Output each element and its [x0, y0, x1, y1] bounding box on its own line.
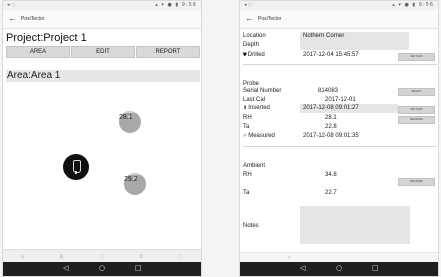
drilled-value: 2017-12-04 15:45:57 [303, 52, 359, 58]
ambient-ta-value: 22.7 [325, 190, 337, 196]
notes-label: Notes [243, 223, 259, 229]
depth-field[interactable] [300, 41, 409, 50]
reading-marker-1[interactable]: 28.1 READING ✓ [119, 111, 141, 133]
last-cal-label: Last Cal [243, 97, 266, 103]
drilled-set-now-button[interactable]: SET NOW [398, 53, 435, 61]
drilled-row: ⛊Drilled [243, 52, 265, 59]
nav-recent-icon[interactable]: □ [372, 264, 379, 272]
tablet-area-view: ◂ ◌ ▴ ▾ ● ▮ 9:56 ← PosiTector Project:Pr… [2, 0, 202, 277]
rh-measure-button[interactable]: MEASURE [398, 116, 435, 124]
status-left: ◂ ◌ [7, 2, 16, 8]
ambient-rh-value: 34.8 [325, 172, 337, 178]
status-bar: ◂ ◌ ▴ ▾ ● ▮ 9:56 [240, 1, 438, 10]
status-bar: ◂ ◌ ▴ ▾ ● ▮ 9:56 [3, 1, 201, 10]
tab-bar: AREA EDIT REPORT [6, 46, 200, 58]
nav-back-icon[interactable]: ◁ [63, 264, 68, 272]
location-label: Location [243, 33, 266, 39]
measured-label: Measured [248, 133, 275, 139]
notes-textarea[interactable] [300, 206, 410, 244]
area-title: Area:Area 1 [6, 70, 200, 82]
app-bar: ← PosiTector [3, 10, 201, 29]
nav-home-icon[interactable]: ○ [336, 264, 342, 272]
depth-label: Depth [243, 42, 260, 48]
ta-value: 22.8 [325, 124, 337, 130]
tab-edit[interactable]: EDIT [71, 46, 135, 58]
location-value: Nothern Corner [303, 33, 345, 39]
ambient-ta-label: Ta [243, 190, 250, 196]
nav-recent-icon[interactable]: □ [135, 264, 142, 272]
app-bar: ← PosiTector [240, 10, 438, 29]
serial-label: Serial Number [243, 88, 282, 94]
collapse-icon[interactable]: ⌄ [390, 255, 394, 261]
back-arrow-icon[interactable]: ← [8, 13, 17, 23]
tab-area[interactable]: AREA [6, 46, 70, 58]
status-right: ▴ ▾ ● ▮ 9:56 [155, 2, 197, 8]
rh-label: RH [243, 115, 252, 121]
drill-icon: ⛊ [243, 52, 247, 58]
frame-icon[interactable]: ▢ [99, 254, 104, 260]
copy-icon[interactable]: ⧉ [139, 254, 143, 260]
marker-value: 29.2 [124, 176, 138, 183]
inserted-set-now-button[interactable]: SET NOW [398, 106, 435, 114]
circle-icon[interactable]: ◯ [178, 254, 184, 260]
reading-marker-2[interactable]: 29.2 READING ✓ [124, 173, 146, 195]
nav-back-icon[interactable]: ◁ [300, 264, 305, 272]
check-icon: ✓ [243, 133, 248, 139]
divider [243, 64, 437, 65]
drilled-label: Drilled [247, 52, 265, 58]
layer-icon[interactable]: ◧ [60, 254, 65, 260]
add-icon[interactable]: ⊕ [21, 254, 25, 260]
inserted-arrow-icon: ⬇ [243, 105, 248, 111]
status-left: ◂ ◌ [244, 2, 253, 8]
bottom-toolbar: ⊕ ◧ ▢ ⧉ ◯ [3, 249, 201, 263]
measured-value: 2017-12-08 09:01:35 [303, 133, 359, 139]
ambient-measure-button[interactable]: MEASURE [398, 178, 435, 186]
rh-value: 28.1 [325, 115, 337, 121]
tablet-reading-detail: ◂ ◌ ▴ ▾ ● ▮ 9:56 ← PosiTector Location N… [239, 0, 439, 277]
menu-icon[interactable]: ≡ [288, 255, 291, 261]
ta-label: Ta [243, 124, 250, 130]
back-arrow-icon[interactable]: ← [245, 13, 254, 23]
nav-home-icon[interactable]: ○ [99, 264, 105, 272]
serial-value: 814083 [318, 88, 339, 94]
divider [243, 146, 437, 147]
probe-section-title: Probe [243, 81, 260, 87]
inserted-row: ⬇Inserted [243, 105, 270, 112]
probe-icon[interactable] [63, 154, 89, 180]
select-probe-button[interactable]: SELECT [398, 88, 435, 96]
inserted-value: 2017-12-08 09:01:27 [303, 105, 359, 111]
ambient-rh-label: RH [243, 172, 252, 178]
measured-row: ✓Measured [243, 133, 275, 140]
system-nav-bar: ◁ ○ □ [240, 262, 438, 276]
ambient-section-title: Ambient [243, 163, 266, 169]
app-title: PosiTector [258, 16, 282, 22]
last-cal-value: 2017-12-01 [325, 97, 356, 103]
tab-report[interactable]: REPORT [136, 46, 200, 58]
inserted-label: Inserted [248, 105, 270, 111]
status-right: ▴ ▾ ● ▮ 9:56 [392, 2, 434, 8]
marker-value: 28.1 [119, 114, 133, 121]
app-title: PosiTector [21, 16, 45, 22]
system-nav-bar: ◁ ○ □ [3, 262, 201, 276]
project-title: Project:Project 1 [6, 32, 87, 44]
